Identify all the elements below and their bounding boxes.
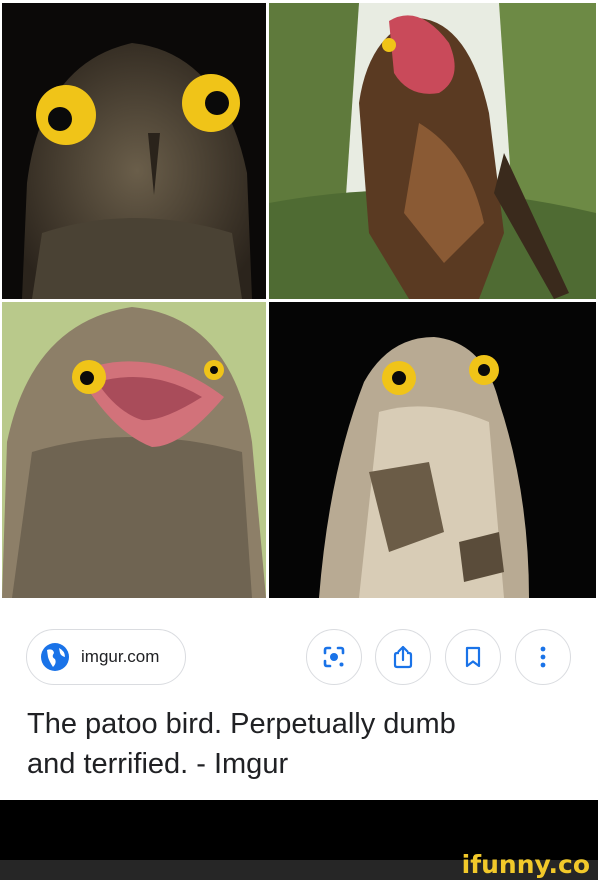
- ifunny-watermark: ifunny.co: [461, 850, 590, 879]
- lens-search-icon: [323, 646, 345, 668]
- result-actions-bar: imgur.com: [0, 602, 598, 702]
- more-vertical-icon: [540, 646, 546, 668]
- image-grid: [0, 0, 598, 602]
- result-title-line-1: The patoo bird. Perpetually dumb: [27, 708, 456, 740]
- potoo-open-beak-green-image[interactable]: [2, 302, 266, 598]
- share-button[interactable]: [375, 629, 431, 685]
- potoo-night-upright-image[interactable]: [269, 302, 596, 598]
- save-bookmark-button[interactable]: [445, 629, 501, 685]
- more-options-button[interactable]: [515, 629, 571, 685]
- source-chip[interactable]: imgur.com: [26, 629, 186, 685]
- footer-bar: ifunny.co: [0, 800, 598, 880]
- potoo-night-closeup-image[interactable]: [2, 3, 266, 299]
- source-domain-label: imgur.com: [81, 647, 160, 666]
- result-title-line-2: and terrified. - Imgur: [27, 748, 289, 780]
- potoo-open-beak-forest-image[interactable]: [269, 3, 596, 299]
- globe-icon: [41, 643, 69, 671]
- lens-search-button[interactable]: [306, 629, 362, 685]
- share-icon: [393, 645, 413, 669]
- result-title[interactable]: The patoo bird. Perpetually dumb and ter…: [27, 704, 577, 784]
- bookmark-icon: [465, 646, 481, 668]
